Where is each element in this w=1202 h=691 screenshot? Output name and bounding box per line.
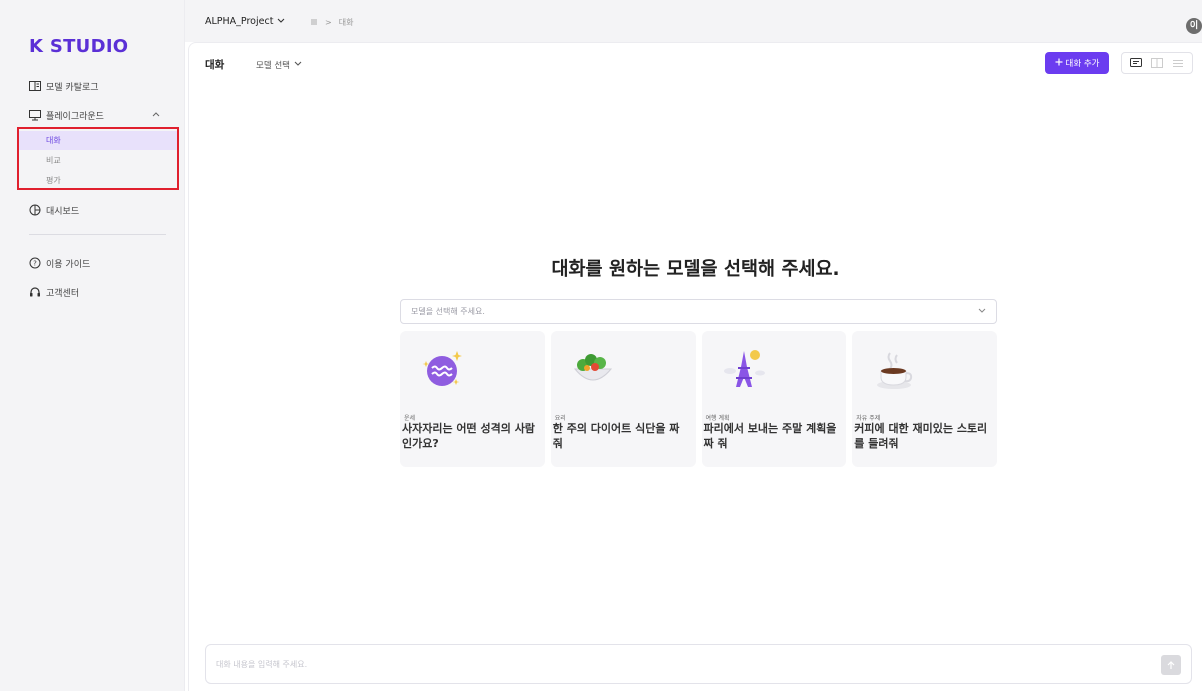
plus-icon	[1055, 58, 1063, 69]
logo[interactable]: K STUDIO	[29, 36, 128, 57]
card-question: 한 주의 다이어트 식단을 짜 줘	[552, 422, 680, 450]
model-dropdown[interactable]: 모델을 선택해 주세요.	[400, 299, 997, 324]
salad-bowl-icon	[573, 354, 612, 381]
avatar[interactable]: 이	[1186, 18, 1202, 34]
headline: 대화를 원하는 모델을 선택해 주세요.	[551, 259, 840, 280]
project-name: ALPHA_Project	[205, 16, 274, 27]
highlight-box	[17, 127, 179, 190]
breadcrumb-separator: >	[325, 18, 332, 27]
catalog-icon	[29, 80, 41, 92]
sidebar-item-catalog[interactable]: 모델 카탈로그	[29, 78, 99, 94]
suggestion-card[interactable]: 운세 사자자리는 어떤 성격의 사람인가요?	[400, 331, 545, 467]
dashboard-icon	[29, 204, 41, 216]
split-view-icon[interactable]	[1150, 56, 1164, 70]
chat-input-placeholder: 대화 내용을 입력해 주세요.	[216, 660, 308, 669]
top-bar: ALPHA_Project > 대화 이	[185, 0, 1202, 42]
suggestion-card[interactable]: 요리 한 주의 다이어트 식단을 짜 줘	[550, 331, 696, 467]
add-chat-button[interactable]: 대화 추가	[1045, 52, 1109, 74]
view-toggle-group	[1121, 52, 1193, 74]
breadcrumb: > 대화	[310, 17, 353, 28]
breadcrumb-current: 대화	[338, 18, 354, 27]
coffee-cup-icon	[877, 352, 913, 389]
chevron-up-icon[interactable]	[152, 110, 160, 120]
sidebar-item-label: 고객센터	[46, 288, 80, 299]
sidebar-item-dashboard[interactable]: 대시보드	[29, 202, 79, 218]
suggestion-cards: 운세 사자자리는 어떤 성격의 사람인가요? 요리 한 주의 다이어트 식단을 …	[400, 331, 997, 467]
playground-icon	[29, 109, 41, 121]
chevron-down-icon	[277, 16, 285, 27]
chat-input[interactable]: 대화 내용을 입력해 주세요.	[205, 644, 1192, 684]
sidebar-item-guide[interactable]: ? 이용 가이드	[29, 255, 90, 271]
sidebar-item-support[interactable]: 고객센터	[29, 284, 79, 300]
model-select-label: 모델 선택	[256, 61, 290, 71]
aquarius-icon	[422, 351, 462, 386]
suggestion-card[interactable]: 자유 주제 커피에 대한 재미있는 스토리를 들려줘	[852, 331, 997, 467]
menu-icon[interactable]	[310, 18, 318, 28]
project-selector[interactable]: ALPHA_Project	[205, 16, 285, 27]
help-icon: ?	[29, 257, 41, 269]
add-chat-label: 대화 추가	[1065, 59, 1100, 69]
svg-text:?: ?	[33, 260, 37, 268]
chevron-down-icon	[294, 60, 302, 70]
card-question: 파리에서 보내는 주말 계획을 짜 줘	[703, 422, 837, 450]
sidebar-item-playground[interactable]: 플레이그라운드	[29, 107, 104, 123]
chevron-down-icon	[978, 300, 986, 323]
sidebar-item-label: 이용 가이드	[46, 259, 91, 270]
divider	[29, 234, 166, 235]
model-dropdown-placeholder: 모델을 선택해 주세요.	[411, 307, 485, 316]
card-question: 커피에 대한 재미있는 스토리를 들려줘	[854, 422, 988, 450]
card-question: 사자자리는 어떤 성격의 사람인가요?	[402, 422, 535, 450]
chat-view-icon[interactable]	[1129, 56, 1143, 70]
list-view-icon[interactable]	[1171, 56, 1185, 70]
send-button[interactable]	[1161, 655, 1181, 675]
suggestion-card[interactable]: 여행 계획 파리에서 보내는 주말 계획을 짜 줘	[701, 331, 847, 467]
headset-icon	[29, 286, 41, 298]
sidebar-item-label: 모델 카탈로그	[46, 82, 99, 93]
eiffel-tower-icon	[723, 350, 765, 387]
sidebar-item-label: 대시보드	[46, 206, 80, 217]
arrow-up-icon	[1167, 660, 1175, 669]
model-select-button[interactable]: 모델 선택	[256, 59, 302, 71]
main-panel: 대화 모델 선택 대화 추가 대화를 원하는 모델을 선택해 주세요. 모델을 …	[188, 42, 1202, 691]
sidebar-item-label: 플레이그라운드	[46, 111, 104, 122]
sidebar: K STUDIO 모델 카탈로그 플레이그라운드 대화 비교 평가 대시보드 ?…	[0, 0, 185, 691]
page-title: 대화	[205, 59, 225, 71]
